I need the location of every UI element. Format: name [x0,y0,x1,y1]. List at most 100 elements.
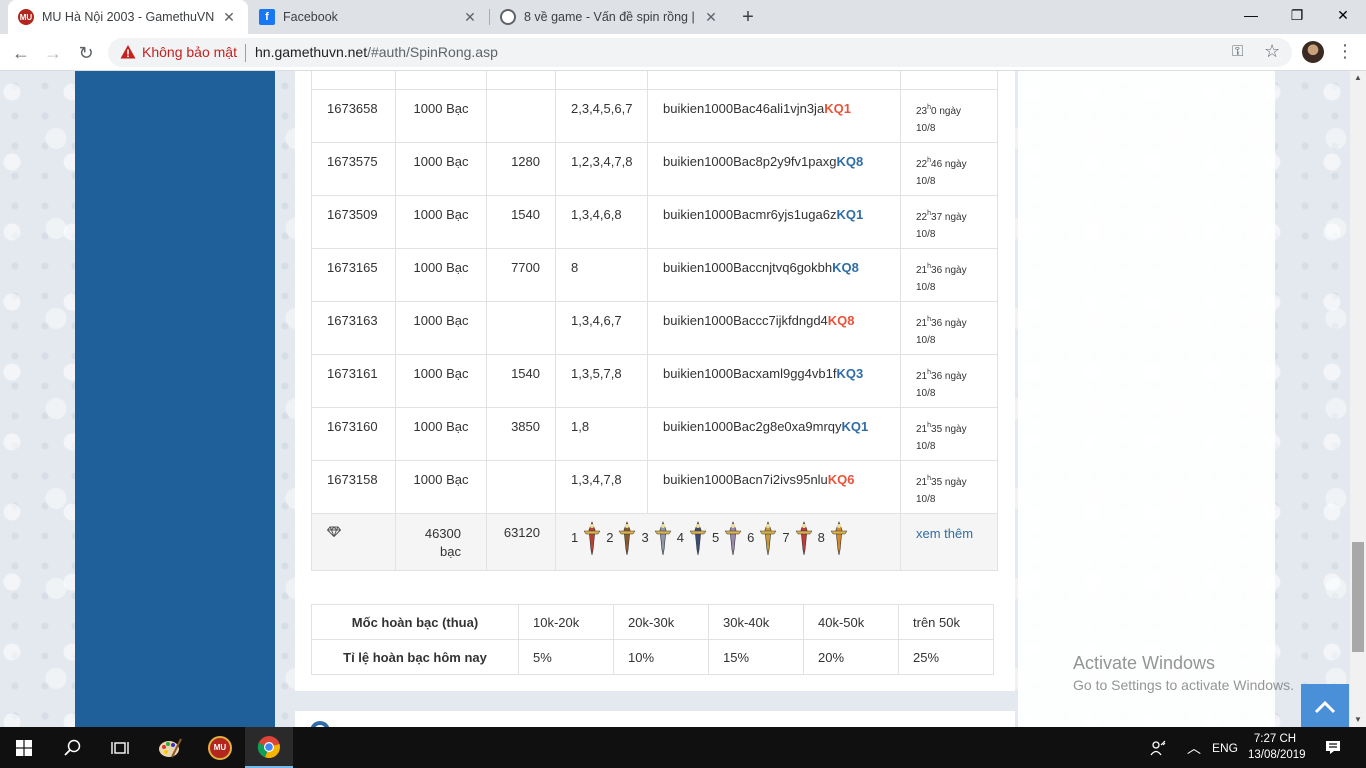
spin-win: 7700 [511,259,540,275]
language-indicator[interactable]: ENG [1212,727,1238,768]
scroll-up-arrow[interactable]: ▲ [1350,71,1366,85]
page-viewport: 1673658 1000 Bạc 2,3,4,5,6,7 buikien1000Bac… [0,71,1366,727]
spin-win: 1280 [511,153,540,169]
taskbar-clock[interactable]: 7:27 CH 13/08/2019 [1248,731,1306,763]
cell-code: buikien1000Bacmr6yjs1uga6zKQ1 [647,195,901,249]
cell-win [486,89,556,143]
spin-id: 1673158 [327,471,378,487]
url-text[interactable]: hn.gamethuvn.net/#auth/SpinRong.asp [255,44,498,60]
cell-code: buikien1000Bacxaml9gg4vb1fKQ3 [647,354,901,408]
cell-code: buikien1000Baccnjtvq6gokbhKQ8 [647,248,901,302]
cell-total-bet: 46300 bạc [395,513,487,571]
task-view-button[interactable] [96,727,144,768]
tab-mu-hanoi[interactable]: MU MU Hà Nội 2003 - GamethuVN.n ✕ [8,0,248,34]
cell-win: 1540 [486,195,556,249]
close-icon[interactable]: ✕ [702,8,720,26]
table-row: 1673158 1000 Bạc 1,3,4,7,8 buikien1000Bacn7… [311,460,998,514]
clock-time: 7:27 CH [1253,733,1297,745]
spin-numbers: 1,3,4,7,8 [571,471,622,487]
tray-chevron-up-icon[interactable]: ︿ [1187,727,1201,768]
cell-id: 1673160 [311,407,396,461]
spin-hour: 21 [916,423,928,435]
spin-date: 10/8 [916,228,936,240]
cell-amount: 1000 Bạc [395,354,487,408]
cell-amount: 1000 Bạc [395,301,487,355]
spin-hour: 21 [916,476,928,488]
windows-taskbar: MU ︿ ENG 7:27 CH 13/08/2019 [0,727,1366,768]
cell-time: 21h35 ngày 10/8 [900,407,998,461]
table-row: 1673658 1000 Bạc 2,3,4,5,6,7 buikien1000Bac… [311,89,998,143]
spin-time-rest: 46 ngày [931,158,967,170]
browser-menu-icon[interactable]: ⋮ [1336,40,1354,62]
spin-code: buikien1000Baccc7ijkfdngd4 [663,312,828,328]
prize-number: 8 [817,530,825,545]
table-row: 1673509 1000 Bạc 1540 1,3,4,6,8 buikien1000B… [311,195,998,249]
spin-id: 1673165 [327,259,378,275]
forward-button[interactable]: → [39,39,67,67]
see-more-link[interactable]: xem thêm [916,526,973,541]
close-icon[interactable]: ✕ [461,8,479,26]
close-window-button[interactable]: ✕ [1320,0,1366,30]
cell-total-win: 63120 [486,513,556,571]
new-tab-button[interactable]: + [737,6,759,28]
scroll-down-arrow[interactable]: ▼ [1350,713,1366,727]
table-row: 1673575 1000 Bạc 1280 1,2,3,4,7,8 buikien100… [311,142,998,196]
cell-win [486,460,556,514]
spin-id: 1673575 [327,153,378,169]
scroll-to-top-button[interactable] [1301,684,1349,727]
cell-win: 3850 [486,407,556,461]
refund-threshold-row: Mốc hoàn bạc (thua) 10k-20k 20k-30k 30k-… [311,604,994,640]
reload-button[interactable]: ↻ [72,39,100,67]
task-view-icon [111,741,129,754]
cell-code: buikien1000Baccc7ijkfdngd4KQ8 [647,301,901,355]
cell-id: 1673161 [311,354,396,408]
tab-facebook[interactable]: f Facebook ✕ [249,0,489,34]
paint-palette-icon [159,738,182,757]
bookmark-star-icon[interactable]: ☆ [1264,41,1280,62]
search-button[interactable] [48,727,96,768]
cell-numbers: 1,3,4,6,8 [555,195,648,249]
prize-number: 3 [641,530,649,545]
omnibox-separator [245,44,246,62]
minimize-button[interactable]: — [1228,0,1274,30]
key-icon[interactable]: ⚿ [1232,43,1243,60]
close-icon[interactable]: ✕ [220,8,238,26]
tab-spin-rong-forum[interactable]: 8 về game - Vấn đề spin rồng | P ✕ [490,0,730,34]
spin-win: 1540 [511,206,540,222]
page-scrollbar[interactable]: ▲ ▼ [1350,71,1366,727]
cell-code: buikien1000Bac2g8e0xa9mrqyKQ1 [647,407,901,461]
prize-number: 1 [571,530,579,545]
spin-result-badge: KQ3 [836,365,864,381]
table-row: 1673161 1000 Bạc 1540 1,3,5,7,8 buikien1000B… [311,354,998,408]
back-button[interactable]: ← [7,39,35,67]
cell-code: buikien1000Bac8p2y9fv1paxgKQ8 [647,142,901,196]
right-panel [1018,71,1275,727]
start-button[interactable] [0,727,48,768]
cell-win: 1280 [486,142,556,196]
taskbar-chrome[interactable] [245,727,293,768]
spin-hour: 23 [916,105,928,117]
spin-amount: 1000 Bạc [413,365,469,381]
spin-code: buikien1000Bacmr6yjs1uga6z [663,206,837,222]
spin-code: buikien1000Bacn7i2ivs95nlu [663,471,828,487]
cell-id [311,71,396,90]
profile-avatar[interactable] [1302,41,1324,63]
weapon-8-icon [830,520,848,555]
spin-id: 1673658 [327,100,378,116]
taskbar-mu-game[interactable]: MU [196,727,244,768]
people-icon[interactable] [1150,727,1166,768]
action-center-button[interactable] [1325,727,1341,768]
scroll-thumb[interactable] [1352,542,1364,652]
security-label[interactable]: Không bảo mật [142,44,237,60]
address-bar[interactable]: Không bảo mật hn.gamethuvn.net/#auth/Spi… [108,38,1292,67]
spin-hour: 21 [916,317,928,329]
spin-amount: 1000 Bạc [413,100,469,116]
spin-time-rest: 36 ngày [931,370,967,382]
chrome-icon [257,735,280,758]
spin-code: buikien1000Baccnjtvq6gokbh [663,259,833,275]
taskbar-paint-app[interactable] [146,727,194,768]
maximize-button[interactable]: ❐ [1274,0,1320,30]
spin-result-badge: KQ1 [841,418,869,434]
cell-code [647,71,901,90]
spin-time-rest: 35 ngày [931,423,967,435]
